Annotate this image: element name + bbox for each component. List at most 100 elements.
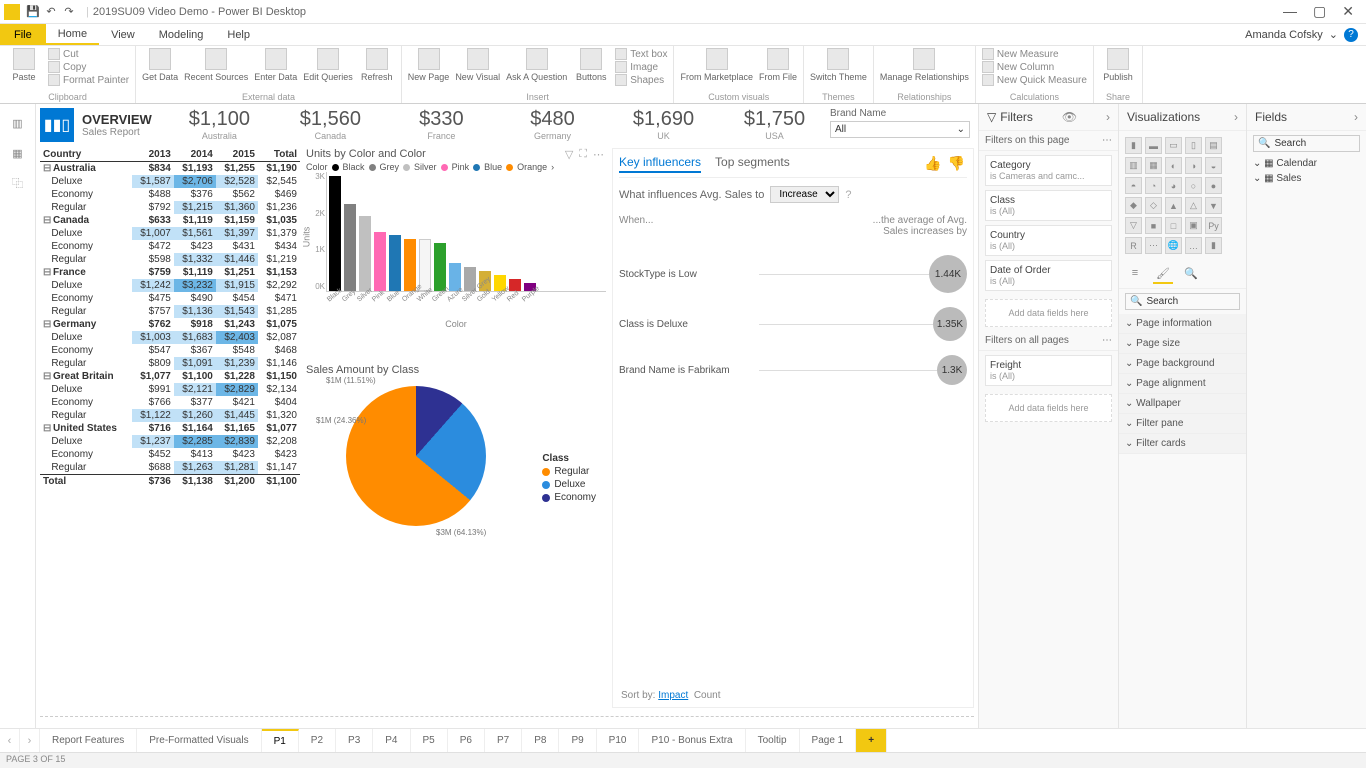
report-view-icon[interactable]: ▥	[9, 114, 27, 132]
buttons-button[interactable]: Buttons	[573, 48, 609, 82]
minimize-icon[interactable]: —	[1283, 3, 1297, 20]
viz-type-icon[interactable]: ▥	[1125, 157, 1142, 174]
page-tab[interactable]: Page 1	[800, 729, 857, 752]
format-section[interactable]: ⌄ Wallpaper	[1119, 394, 1246, 414]
maximize-icon[interactable]: ▢	[1313, 3, 1326, 20]
viz-type-icon[interactable]: ◕	[1165, 177, 1182, 194]
viz-type-icon[interactable]: ◓	[1125, 177, 1142, 194]
sales-by-class-chart[interactable]: Sales Amount by Class $1M (11.51%) $1M (…	[306, 364, 606, 594]
paste-button[interactable]: Paste	[6, 48, 42, 82]
viz-type-icon[interactable]: ▲	[1165, 197, 1182, 214]
viz-type-icon[interactable]: ●	[1205, 177, 1222, 194]
viz-type-icon[interactable]: △	[1185, 197, 1202, 214]
table-row[interactable]: ⊟Great Britain$1,077$1,100$1,228$1,150	[40, 370, 300, 383]
help-icon[interactable]: ?	[1344, 28, 1358, 42]
refresh-button[interactable]: Refresh	[359, 48, 395, 82]
tabs-scroll-left[interactable]: ‹	[0, 729, 20, 752]
viz-type-icon[interactable]: …	[1185, 237, 1202, 254]
viz-type-icon[interactable]: ▬	[1145, 137, 1162, 154]
ki-row[interactable]: Class is Deluxe1.35K	[619, 307, 967, 341]
table-row[interactable]: Regular$1,122$1,260$1,445$1,320	[40, 409, 300, 422]
table-row[interactable]: Economy$547$367$548$468	[40, 344, 300, 357]
bar[interactable]	[359, 216, 371, 291]
table-row[interactable]: Total$736$1,138$1,200$1,100	[40, 475, 300, 489]
brand-slicer[interactable]: Brand Name All⌄	[830, 108, 970, 138]
undo-icon[interactable]: ↶	[44, 5, 58, 19]
field-table[interactable]: ⌄ ▦ Sales	[1247, 171, 1366, 186]
format-search[interactable]: 🔍 Search	[1125, 293, 1240, 310]
shapes-button[interactable]: Shapes	[615, 74, 667, 86]
menu-modeling[interactable]: Modeling	[147, 24, 216, 45]
bar[interactable]	[434, 243, 446, 291]
collapse-icon[interactable]: ›	[1234, 110, 1238, 124]
collapse-icon[interactable]: ›	[1354, 110, 1358, 124]
kpi-card[interactable]: $1,750USA	[719, 108, 830, 141]
recent-sources-button[interactable]: Recent Sources	[184, 48, 248, 82]
add-page-button[interactable]: +	[856, 729, 887, 752]
switch-theme-button[interactable]: Switch Theme	[810, 48, 867, 82]
bar[interactable]	[344, 204, 356, 291]
collapse-icon[interactable]: ›	[1106, 110, 1110, 124]
table-row[interactable]: Regular$792$1,215$1,360$1,236	[40, 201, 300, 214]
table-row[interactable]: Economy$766$377$421$404	[40, 396, 300, 409]
bar[interactable]	[329, 176, 341, 291]
copy-button[interactable]: Copy	[48, 61, 129, 73]
format-section[interactable]: ⌄ Filter cards	[1119, 434, 1246, 454]
table-row[interactable]: Deluxe$1,242$3,232$1,915$2,292	[40, 279, 300, 292]
cut-button[interactable]: Cut	[48, 48, 129, 60]
key-influencers-visual[interactable]: 👍 👎 Key influencers Top segments What in…	[612, 148, 974, 708]
textbox-button[interactable]: Text box	[615, 48, 667, 60]
menu-view[interactable]: View	[99, 24, 147, 45]
table-row[interactable]: Deluxe$1,237$2,285$2,839$2,208	[40, 435, 300, 448]
tabs-scroll-right[interactable]: ›	[20, 729, 40, 752]
viz-type-icon[interactable]: ⋯	[1145, 237, 1162, 254]
filter-icon[interactable]: ▽	[565, 148, 573, 161]
table-row[interactable]: Economy$452$413$423$423	[40, 448, 300, 461]
page-tab[interactable]: P10 - Bonus Extra	[639, 729, 745, 752]
ask-question-button[interactable]: Ask A Question	[506, 48, 567, 82]
tab-top-segments[interactable]: Top segments	[715, 155, 790, 173]
page-tab[interactable]: P2	[299, 729, 336, 752]
table-row[interactable]: Regular$809$1,091$1,239$1,146	[40, 357, 300, 370]
table-row[interactable]: Deluxe$1,007$1,561$1,397$1,379	[40, 227, 300, 240]
page-tab[interactable]: P9	[559, 729, 596, 752]
more-icon[interactable]: ⋯	[1102, 135, 1112, 146]
get-data-button[interactable]: Get Data	[142, 48, 178, 82]
more-icon[interactable]: ⋯	[1102, 335, 1112, 346]
tab-key-influencers[interactable]: Key influencers	[619, 155, 701, 173]
file-menu[interactable]: File	[0, 24, 46, 45]
viz-type-icon[interactable]: ▼	[1205, 197, 1222, 214]
save-icon[interactable]: 💾	[26, 5, 40, 19]
thumbs-up-icon[interactable]: 👍	[924, 155, 941, 172]
viz-type-icon[interactable]: ▯	[1185, 137, 1202, 154]
viz-type-icon[interactable]: ◒	[1205, 157, 1222, 174]
fields-tab-icon[interactable]: ≡	[1125, 264, 1145, 284]
viz-type-icon[interactable]: R	[1125, 237, 1142, 254]
filter-card[interactable]: Date of Orderis (All)	[985, 260, 1112, 291]
viz-type-icon[interactable]: ◆	[1125, 197, 1142, 214]
ki-sort-count[interactable]: Count	[694, 690, 721, 701]
focus-icon[interactable]: ⛶	[579, 148, 587, 161]
page-tab[interactable]: Tooltip	[746, 729, 800, 752]
eye-icon[interactable]: 👁	[1062, 110, 1077, 124]
viz-type-icon[interactable]: ◐	[1165, 157, 1182, 174]
user-name[interactable]: Amanda Cofsky	[1245, 29, 1323, 41]
manage-relationships-button[interactable]: Manage Relationships	[880, 48, 969, 82]
enter-data-button[interactable]: Enter Data	[254, 48, 297, 82]
ki-row[interactable]: Brand Name is Fabrikam1.3K	[619, 355, 967, 385]
page-tab[interactable]: P4	[373, 729, 410, 752]
viz-type-icon[interactable]: ◔	[1145, 177, 1162, 194]
format-tab-icon[interactable]: 🖌	[1153, 264, 1173, 284]
table-row[interactable]: ⊟Canada$633$1,119$1,159$1,035	[40, 214, 300, 227]
new-column-button[interactable]: New Column	[982, 61, 1087, 73]
filter-card[interactable]: Categoryis Cameras and camc...	[985, 155, 1112, 186]
new-page-button[interactable]: New Page	[408, 48, 450, 82]
ki-direction-select[interactable]: Increase	[770, 186, 839, 203]
page-tab[interactable]: P1	[262, 729, 299, 752]
table-row[interactable]: Regular$757$1,136$1,543$1,285	[40, 305, 300, 318]
table-row[interactable]: ⊟France$759$1,119$1,251$1,153	[40, 266, 300, 279]
filter-card[interactable]: Countryis (All)	[985, 225, 1112, 256]
viz-type-icon[interactable]: ▮	[1125, 137, 1142, 154]
more-icon[interactable]: ⋯	[593, 148, 604, 161]
table-row[interactable]: Economy$475$490$454$471	[40, 292, 300, 305]
